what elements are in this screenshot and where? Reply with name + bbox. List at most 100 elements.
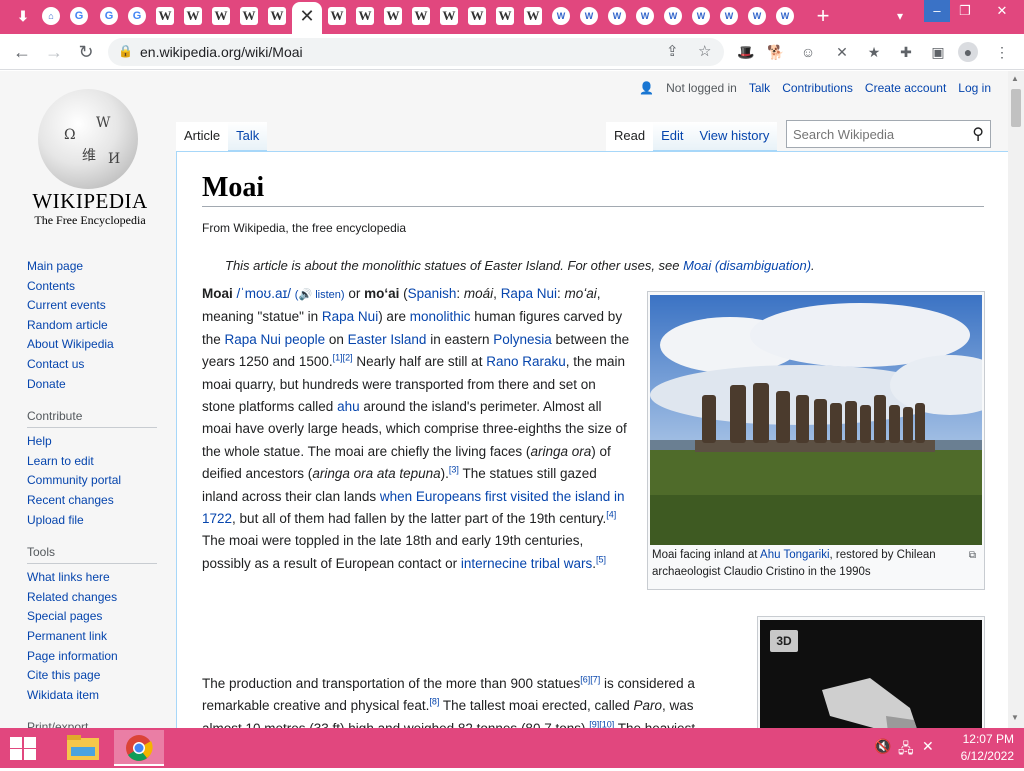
- close-window-button[interactable]: ✕: [980, 0, 1024, 22]
- wikipedia-logo[interactable]: Ω W 维 И WIKIPEDIA The Free Encyclopedia: [28, 85, 152, 227]
- scroll-down-icon[interactable]: ▼: [1011, 713, 1019, 722]
- wikipedia-tab-icon[interactable]: W: [468, 7, 486, 25]
- ahu-tongariki-link[interactable]: Ahu Tongariki: [760, 549, 829, 561]
- easter-island-link[interactable]: Easter Island: [348, 332, 427, 347]
- sidebar-item-help[interactable]: Help: [27, 432, 157, 452]
- google-tab-icon[interactable]: G: [128, 7, 146, 25]
- wiki-circle-tab-icon[interactable]: W: [608, 7, 626, 25]
- ahu-link[interactable]: ahu: [337, 399, 360, 414]
- wikipedia-tab-icon[interactable]: W: [184, 7, 202, 25]
- disambiguation-link[interactable]: Moai (disambiguation): [683, 258, 811, 273]
- extension-dog-icon[interactable]: 🐕: [766, 42, 786, 62]
- wiki-circle-tab-icon[interactable]: W: [720, 7, 738, 25]
- ipa-link[interactable]: /ˈmoʊ.aɪ/: [237, 286, 292, 301]
- scrollbar-thumb[interactable]: [1011, 89, 1021, 127]
- extension-avatar-icon[interactable]: ☺: [798, 42, 818, 62]
- sidebar-item-recent-changes[interactable]: Recent changes: [27, 491, 157, 511]
- wiki-circle-tab-icon[interactable]: W: [692, 7, 710, 25]
- lock-icon[interactable]: 🔒: [118, 44, 133, 58]
- tab-talk[interactable]: Talk: [228, 122, 268, 151]
- new-tab-button[interactable]: +: [812, 4, 834, 28]
- close-tab-icon[interactable]: ✕: [299, 6, 315, 26]
- extension-hat-icon[interactable]: 🎩: [736, 42, 756, 62]
- search-icon[interactable]: ⚲: [972, 124, 984, 144]
- windows-start-icon[interactable]: [8, 736, 38, 760]
- sidebar-item-learn-to-edit[interactable]: Learn to edit: [27, 452, 157, 472]
- forward-arrow-icon[interactable]: →: [42, 40, 66, 64]
- cite-6[interactable]: [6]: [580, 675, 590, 685]
- tab-read[interactable]: Read: [606, 122, 654, 151]
- rapa-nui-lang-link[interactable]: Rapa Nui: [501, 286, 557, 301]
- google-tab-icon[interactable]: G: [100, 7, 118, 25]
- cite-9[interactable]: [9]: [589, 719, 599, 728]
- search-box[interactable]: ⚲: [786, 120, 991, 148]
- cite-2[interactable]: [2]: [343, 353, 353, 363]
- page-scrollbar[interactable]: ▲ ▼: [1008, 71, 1024, 728]
- europeans-link[interactable]: when Europeans first visited the island …: [202, 489, 625, 526]
- sidebar-item-page-information[interactable]: Page information: [27, 647, 157, 667]
- sidebar-item-about-wikipedia[interactable]: About Wikipedia: [27, 335, 157, 355]
- share-icon[interactable]: ⇪: [666, 42, 679, 60]
- sidebar-item-special-pages[interactable]: Special pages: [27, 607, 157, 627]
- notification-muted-icon[interactable]: ✕: [922, 738, 934, 755]
- sidebar-item-donate[interactable]: Donate: [27, 375, 157, 395]
- menu-kebab-icon[interactable]: ⋮: [992, 42, 1012, 62]
- search-input[interactable]: [793, 127, 963, 142]
- moai-photo[interactable]: [650, 295, 982, 545]
- sidebar-item-related-changes[interactable]: Related changes: [27, 588, 157, 608]
- back-arrow-icon[interactable]: ←: [10, 40, 34, 64]
- cite-1[interactable]: [1]: [333, 353, 343, 363]
- cite-10[interactable]: [10]: [599, 719, 614, 728]
- wiki-circle-tab-icon[interactable]: W: [776, 7, 794, 25]
- sidebar-item-contact-us[interactable]: Contact us: [27, 355, 157, 375]
- 3d-badge[interactable]: 3D: [770, 630, 798, 652]
- sidebar-item-cite-this-page[interactable]: Cite this page: [27, 666, 157, 686]
- sidebar-item-permanent-link[interactable]: Permanent link: [27, 627, 157, 647]
- wiki-circle-tab-icon[interactable]: W: [580, 7, 598, 25]
- restore-window-button[interactable]: ❐: [952, 0, 978, 22]
- wikipedia-tab-icon[interactable]: W: [240, 7, 258, 25]
- wikipedia-tab-icon[interactable]: W: [412, 7, 430, 25]
- talk-link[interactable]: Talk: [749, 81, 770, 95]
- address-bar[interactable]: 🔒 en.wikipedia.org/wiki/Moai ⇪ ☆: [108, 38, 724, 66]
- system-clock[interactable]: 12:07 PM 6/12/2022: [944, 731, 1014, 765]
- spanish-link[interactable]: Spanish: [408, 286, 457, 301]
- sidebar-item-community-portal[interactable]: Community portal: [27, 471, 157, 491]
- puzzle-extensions-icon[interactable]: ✚: [896, 42, 916, 62]
- contributions-link[interactable]: Contributions: [782, 81, 853, 95]
- profile-avatar-icon[interactable]: ●: [958, 42, 978, 62]
- minimize-window-button[interactable]: –: [924, 0, 950, 22]
- monolithic-link[interactable]: monolithic: [410, 309, 471, 324]
- cite-8[interactable]: [8]: [429, 697, 439, 707]
- wikipedia-tab-icon[interactable]: W: [496, 7, 514, 25]
- create-account-link[interactable]: Create account: [865, 81, 946, 95]
- wikipedia-tab-icon[interactable]: W: [384, 7, 402, 25]
- rano-raraku-link[interactable]: Rano Raraku: [486, 354, 566, 369]
- wikipedia-tab-icon[interactable]: W: [356, 7, 374, 25]
- volume-muted-icon[interactable]: 🔇: [874, 738, 891, 755]
- extension-cross-icon[interactable]: ✕: [832, 42, 852, 62]
- wikipedia-tab-icon[interactable]: W: [156, 7, 174, 25]
- sidebar-item-current-events[interactable]: Current events: [27, 296, 157, 316]
- cite-4[interactable]: [4]: [606, 510, 616, 520]
- enlarge-icon[interactable]: ⧉: [969, 550, 976, 561]
- reload-icon[interactable]: ↻: [74, 40, 98, 64]
- wiki-circle-tab-icon[interactable]: W: [636, 7, 654, 25]
- tab-edit[interactable]: Edit: [653, 122, 692, 151]
- cite-5[interactable]: [5]: [596, 554, 606, 564]
- bookmark-star-icon[interactable]: ☆: [698, 42, 711, 60]
- sidebar-item-random-article[interactable]: Random article: [27, 316, 157, 336]
- rapa-nui-people-link[interactable]: Rapa Nui people: [225, 332, 326, 347]
- download-tab-icon[interactable]: ⬇: [14, 7, 32, 25]
- cite-3[interactable]: [3]: [449, 465, 459, 475]
- side-panel-icon[interactable]: ▣: [928, 42, 948, 62]
- sidebar-item-wikidata-item[interactable]: Wikidata item: [27, 686, 157, 706]
- wikipedia-tab-icon[interactable]: W: [212, 7, 230, 25]
- polynesia-link[interactable]: Polynesia: [493, 332, 552, 347]
- wikipedia-tab-icon[interactable]: W: [440, 7, 458, 25]
- tab-article[interactable]: Article: [176, 122, 229, 151]
- url-text[interactable]: en.wikipedia.org/wiki/Moai: [140, 44, 303, 60]
- wikipedia-tab-icon[interactable]: W: [328, 7, 346, 25]
- tab-view-history[interactable]: View history: [691, 122, 778, 151]
- rapa-nui-link[interactable]: Rapa Nui: [322, 309, 378, 324]
